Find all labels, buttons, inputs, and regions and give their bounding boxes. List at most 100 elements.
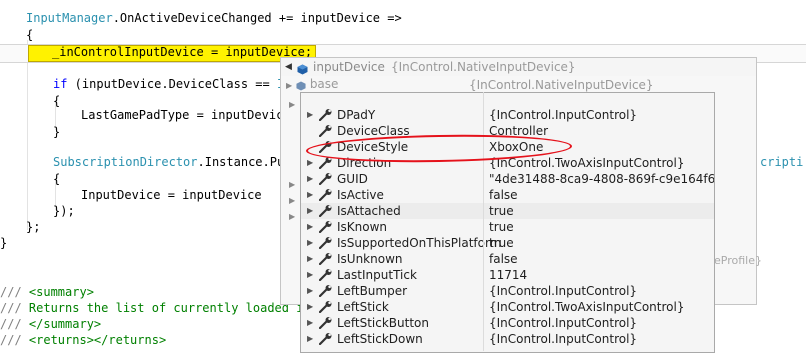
code-text: .Instance. xyxy=(197,155,270,169)
datatip-member-row[interactable]: ▶ LeftStickButton {InControl.InputControl} xyxy=(301,315,714,331)
expand-arrow-icon[interactable]: ▶ xyxy=(289,196,295,205)
code-line-11[interactable]: }); xyxy=(53,201,75,221)
property-wrench-icon xyxy=(318,333,333,346)
expand-arrow-icon[interactable]: ▶ xyxy=(307,171,315,187)
datatip-base-name: base xyxy=(309,77,339,91)
doc-tag: </summary> xyxy=(21,317,102,331)
member-name: IsAttached xyxy=(337,204,401,218)
code-line-1[interactable]: InputManager.OnActiveDeviceChanged += in… xyxy=(26,8,402,28)
member-name: GUID xyxy=(337,172,368,186)
code-line-8-tail[interactable]: cripti xyxy=(760,152,803,172)
code-type: SubscriptionDirector xyxy=(53,155,198,169)
code-line-2[interactable]: { xyxy=(26,25,33,45)
member-value[interactable]: true xyxy=(489,203,514,219)
property-wrench-icon xyxy=(318,237,333,250)
code-line-6[interactable]: LastGamePadType = inputDevice xyxy=(81,105,291,125)
expand-arrow-icon[interactable]: ▶ xyxy=(307,155,315,171)
member-name: IsSupportedOnThisPlatform xyxy=(337,236,502,250)
datatip-member-row[interactable]: ▶ IsUnknown false xyxy=(301,251,714,267)
member-value[interactable]: {InControl.TwoAxisInputControl} xyxy=(489,299,684,315)
doc-tag: <summary> xyxy=(21,285,94,299)
expand-arrow-icon[interactable]: ▶ xyxy=(289,180,295,189)
property-wrench-icon xyxy=(318,253,333,266)
datatip-member-row[interactable]: ▶ IsKnown true xyxy=(301,219,714,235)
property-wrench-icon xyxy=(318,173,333,186)
expand-arrow-icon[interactable]: ▶ xyxy=(307,219,315,235)
property-wrench-icon xyxy=(318,205,333,218)
expand-arrow-icon[interactable]: ▶ xyxy=(307,299,315,315)
column-separator xyxy=(483,92,484,351)
datatip-member-row[interactable]: ▶ LastInputTick 11714 xyxy=(301,267,714,283)
expand-arrow-icon[interactable]: ▶ xyxy=(307,235,315,251)
doc-comment-line[interactable]: /// <returns></returns> xyxy=(0,330,166,350)
code-text: .OnActiveDeviceChanged += inputDevice => xyxy=(112,11,402,25)
property-wrench-icon xyxy=(318,125,333,138)
expand-arrow-icon[interactable]: ▶ xyxy=(289,212,295,221)
member-value[interactable]: {InControl.InputControl} xyxy=(489,283,637,299)
member-name: DPadY xyxy=(337,108,376,122)
datatip-members-panel[interactable]: ▶ DPadY {InControl.InputControl} DeviceClas… xyxy=(300,92,715,353)
code-type: InputManager xyxy=(26,11,113,25)
member-value[interactable]: "4de31488-8ca9-4808-869f-c9e164f6f557" xyxy=(489,171,714,187)
expand-arrow-icon[interactable]: ▶ xyxy=(307,251,315,267)
expand-arrow-icon[interactable]: ▶ xyxy=(307,107,315,123)
datatip-member-row[interactable]: ▶ GUID "4de31488-8ca9-4808-869f-c9e164f6f5… xyxy=(301,171,714,187)
member-value[interactable]: true xyxy=(489,219,514,235)
datatip-member-row[interactable]: ▶ IsAttached true xyxy=(301,203,714,219)
expand-arrow-icon[interactable]: ▶ xyxy=(289,100,295,109)
expand-arrow-icon[interactable]: ▶ xyxy=(286,81,292,90)
member-value[interactable]: true xyxy=(489,235,514,251)
datatip-variable-type: {InControl.NativeInputDevice} xyxy=(391,60,576,74)
member-value[interactable]: {InControl.InputControl} xyxy=(489,107,637,123)
code-line-13[interactable]: } xyxy=(0,233,7,253)
member-name: IsKnown xyxy=(337,220,388,234)
code-line-7[interactable]: } xyxy=(53,122,60,142)
property-wrench-icon xyxy=(318,285,333,298)
member-name: LastInputTick xyxy=(337,268,417,282)
code-line-9[interactable]: { xyxy=(53,169,60,189)
expand-arrow-icon[interactable]: ▶ xyxy=(307,283,315,299)
code-line-12[interactable]: }; xyxy=(26,217,40,237)
property-wrench-icon xyxy=(318,221,333,234)
datatip-member-row[interactable]: ▶ LeftStickDown {InControl.InputControl} xyxy=(301,331,714,347)
code-line-current[interactable]: _inControlInputDevice = inputDevice; xyxy=(52,42,312,62)
property-wrench-icon xyxy=(318,157,333,170)
datatip-member-row[interactable]: ▶ LeftBumper {InControl.InputControl} xyxy=(301,283,714,299)
datatip-member-row[interactable]: ▶ LeftStick {InControl.TwoAxisInputControl… xyxy=(301,299,714,315)
expand-arrow-icon[interactable]: ▶ xyxy=(307,315,315,331)
member-value[interactable]: {InControl.InputControl} xyxy=(489,315,637,331)
collapse-arrow-icon[interactable]: ◀ xyxy=(285,58,292,77)
datatip-header[interactable]: ◀ inputDevice {InControl.NativeInputDevi… xyxy=(280,57,757,78)
code-line-5[interactable]: { xyxy=(53,91,60,111)
doc-slashes: /// xyxy=(0,333,22,347)
expand-arrow-icon[interactable]: ▶ xyxy=(307,203,315,219)
member-value[interactable]: false xyxy=(489,187,518,203)
datatip-base-row[interactable]: ▶ base xyxy=(286,77,338,91)
member-value[interactable]: 11714 xyxy=(489,267,527,283)
member-name: LeftStick xyxy=(337,300,389,314)
code-keyword: if xyxy=(53,77,68,91)
doc-text: Returns the list of currently loaded in xyxy=(21,301,311,315)
expand-arrow-icon[interactable]: ▶ xyxy=(307,187,315,203)
code-line-8[interactable]: SubscriptionDirector.Instance.Pub xyxy=(53,152,291,172)
datatip-base-object-icon xyxy=(296,80,306,91)
doc-slashes: /// xyxy=(0,301,22,315)
datatip-side-fragment: eProfile} xyxy=(714,254,762,267)
member-value[interactable]: false xyxy=(489,251,518,267)
datatip-member-row[interactable]: ▶ DPadY {InControl.InputControl} xyxy=(301,107,714,123)
doc-tag: <returns></returns> xyxy=(21,333,167,347)
code-line-4[interactable]: if (inputDevice.DeviceClass == In xyxy=(53,74,291,94)
property-wrench-icon xyxy=(318,109,333,122)
expand-arrow-icon[interactable]: ▶ xyxy=(307,267,315,283)
doc-slashes: /// xyxy=(0,317,22,331)
datatip-member-row[interactable]: ▶ IsActive false xyxy=(301,187,714,203)
code-line-10[interactable]: InputDevice = inputDevice xyxy=(81,185,262,205)
expand-arrow-icon[interactable]: ▶ xyxy=(307,331,315,347)
member-value[interactable]: {InControl.InputControl} xyxy=(489,331,637,347)
indent-guide xyxy=(27,40,28,230)
property-wrench-icon xyxy=(318,269,333,282)
property-wrench-icon xyxy=(318,317,333,330)
datatip-member-row[interactable]: ▶ IsSupportedOnThisPlatform true xyxy=(301,235,714,251)
member-name: LeftStickDown xyxy=(337,332,423,346)
property-wrench-icon xyxy=(318,189,333,202)
